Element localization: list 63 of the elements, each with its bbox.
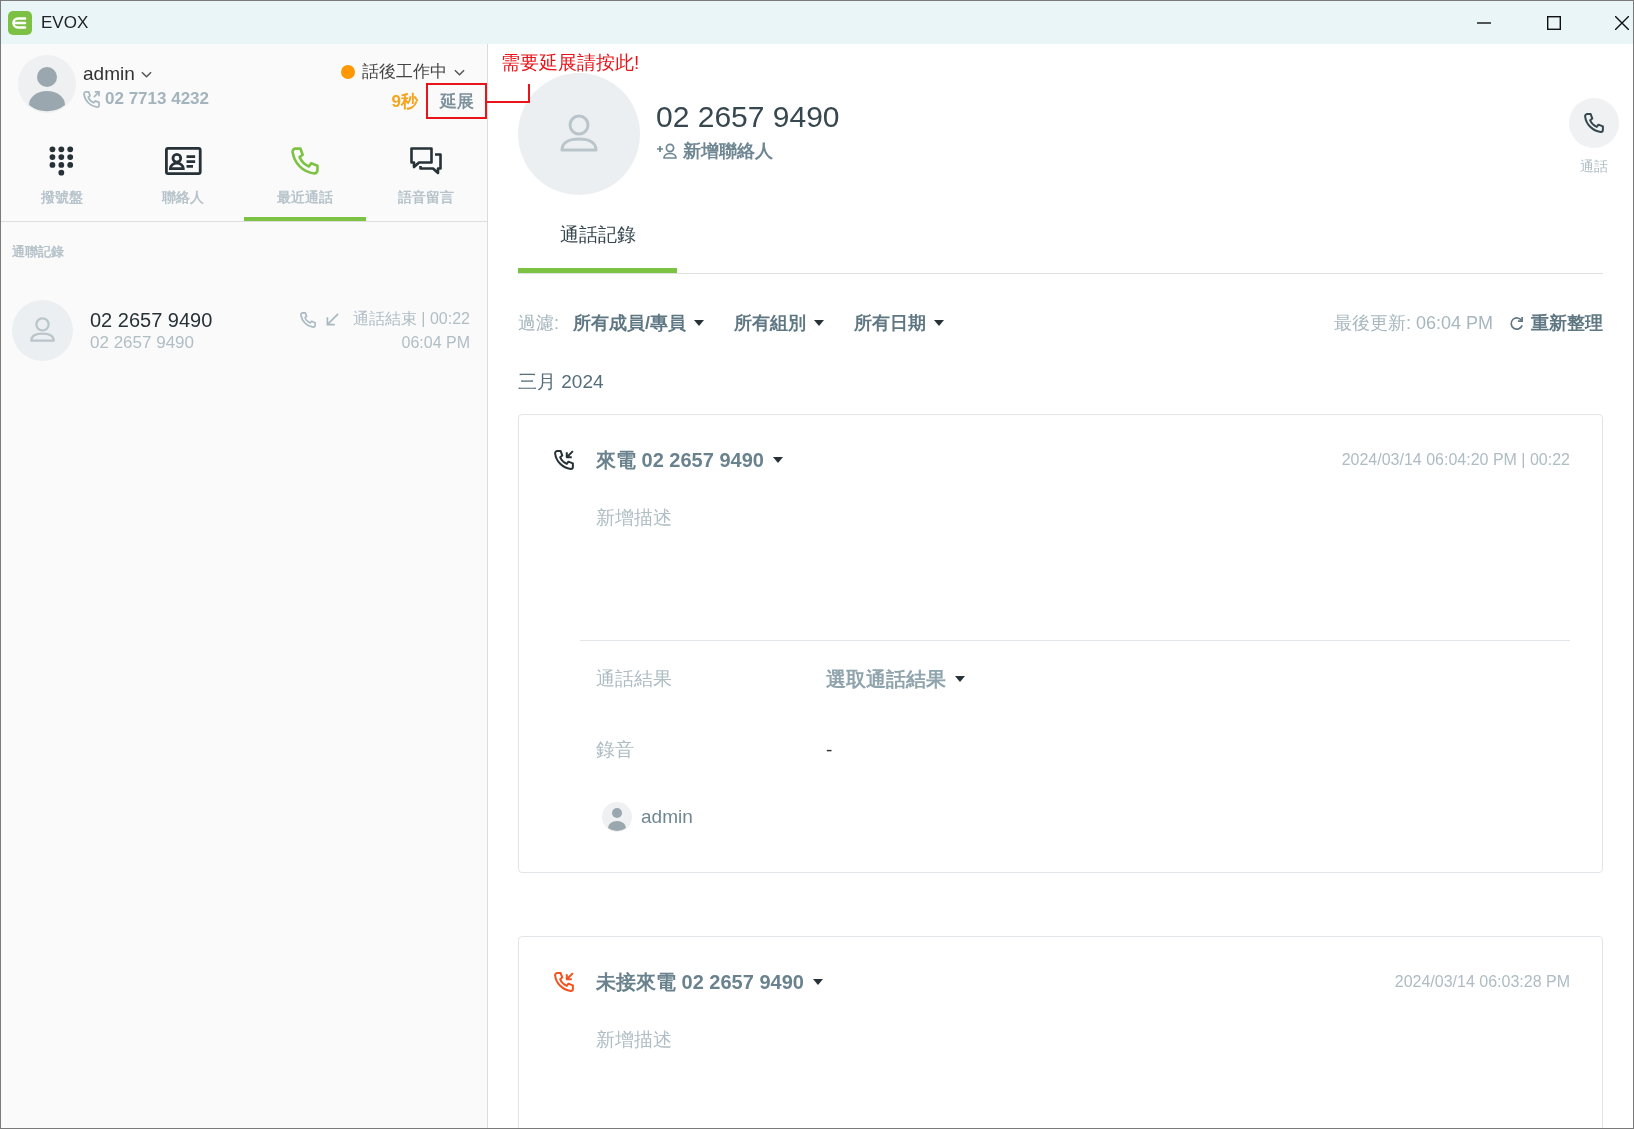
call-label: 通話 [1580, 157, 1608, 175]
window-title: EVOX [41, 12, 89, 33]
caret-down-icon [934, 320, 945, 326]
description-field[interactable]: 新增描述 [596, 504, 816, 532]
chat-bubbles-icon [410, 147, 443, 175]
extend-button[interactable]: 延展 [439, 89, 474, 113]
countdown-timer: 9秒 [391, 90, 418, 113]
call-timestamp: 2024/03/14 06:04:20 PM | 00:22 [1341, 451, 1570, 469]
avatar-icon [18, 55, 76, 113]
incoming-call-icon [554, 450, 574, 470]
missed-call-icon [554, 972, 574, 992]
filter-dropdown[interactable]: 所有成員/專員 [573, 311, 705, 335]
maximize-icon [1547, 15, 1561, 30]
contact-avatar-icon [12, 300, 73, 361]
annotation-text: 需要延展請按此! [501, 51, 640, 75]
call-button[interactable] [1569, 98, 1619, 148]
refresh-icon [1509, 315, 1524, 331]
contact-avatar-icon [518, 73, 640, 195]
phone-icon [290, 147, 319, 175]
section-title: 通聯記錄 [12, 244, 65, 260]
call-result: 通話結束 | 00:22 [352, 309, 470, 329]
call-time: 06:04 PM [401, 332, 470, 353]
filter-dropdown[interactable]: 所有組別 [734, 311, 825, 335]
caret-down-icon [772, 457, 783, 463]
call-title-dropdown[interactable]: 未接來電 02 2657 9490 [596, 968, 823, 996]
close-icon [1615, 15, 1629, 30]
tab[interactable]: 通話記錄 [518, 196, 677, 273]
add-person-icon [656, 143, 678, 159]
phone-forward-icon [83, 90, 100, 108]
filter-label: 過濾: [518, 312, 559, 335]
contact-name: 02 2657 9490 [90, 307, 213, 332]
minimize-icon [1477, 21, 1491, 24]
call-timestamp: 2024/03/14 06:03:28 PM [1394, 973, 1570, 991]
month-heading: 三月 2024 [518, 370, 605, 394]
app-logo-icon [8, 10, 32, 35]
description-field[interactable]: 新增描述 [596, 1026, 816, 1054]
refresh-button[interactable]: 重新整理 [1509, 311, 1603, 335]
phone-icon [299, 311, 316, 328]
extension-number: 02 7713 4232 [105, 89, 209, 109]
chevron-down-icon [140, 70, 152, 78]
call-title-dropdown[interactable]: 來電 02 2657 9490 [596, 446, 783, 474]
add-contact-button[interactable]: 新增聯絡人 [656, 139, 773, 163]
agent-name: admin [641, 806, 693, 828]
caret-down-icon [814, 320, 825, 326]
contact-card-icon [164, 147, 202, 175]
contact-number: 02 2657 9490 [90, 331, 194, 354]
contact-number: 02 2657 9490 [656, 99, 840, 135]
field-label: 通話結果 [596, 667, 673, 691]
caret-down-icon [694, 320, 705, 326]
avatar-icon [602, 802, 632, 832]
status-dot-icon [341, 65, 355, 79]
caret-down-icon [812, 979, 823, 985]
phone-icon [1584, 113, 1604, 133]
caret-down-icon [955, 676, 965, 682]
recording-value: - [826, 739, 833, 761]
chevron-down-icon [454, 68, 465, 76]
call-result-dropdown[interactable]: 選取通話結果 [826, 665, 965, 693]
field-label: 錄音 [596, 738, 635, 762]
dialpad-icon [48, 146, 76, 176]
filter-dropdown[interactable]: 所有日期 [854, 311, 945, 335]
last-updated-text: 最後更新: 06:04 PM [1333, 312, 1493, 335]
user-menu-button[interactable]: admin [83, 61, 152, 87]
status-dropdown[interactable]: 話後工作中 [341, 59, 465, 85]
